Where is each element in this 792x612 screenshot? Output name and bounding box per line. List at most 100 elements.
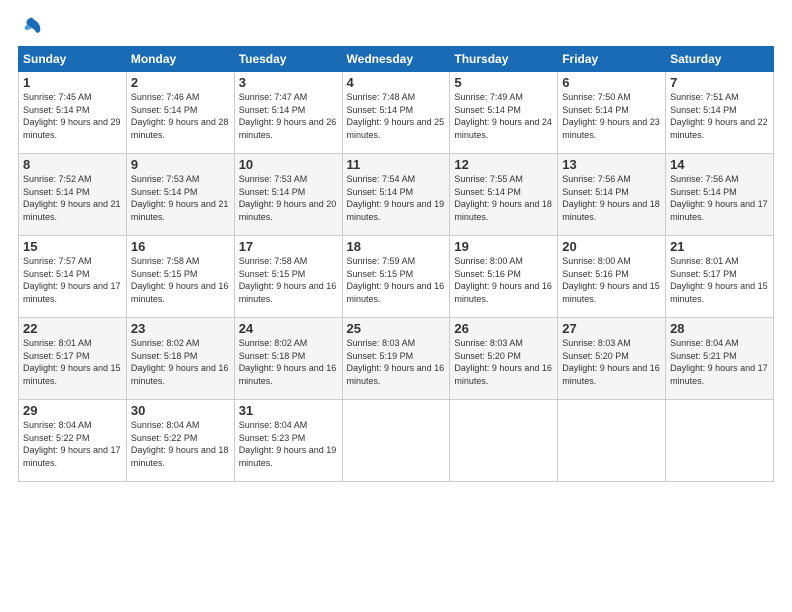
calendar-day-cell: 28 Sunrise: 8:04 AMSunset: 5:21 PMDaylig… xyxy=(666,318,774,400)
calendar-table: SundayMondayTuesdayWednesdayThursdayFrid… xyxy=(18,46,774,482)
day-number: 1 xyxy=(23,75,122,90)
day-info: Sunrise: 7:56 AMSunset: 5:14 PMDaylight:… xyxy=(562,174,660,222)
weekday-header-cell: Saturday xyxy=(666,47,774,72)
calendar-day-cell: 24 Sunrise: 8:02 AMSunset: 5:18 PMDaylig… xyxy=(234,318,342,400)
calendar-day-cell: 26 Sunrise: 8:03 AMSunset: 5:20 PMDaylig… xyxy=(450,318,558,400)
day-info: Sunrise: 8:00 AMSunset: 5:16 PMDaylight:… xyxy=(562,256,660,304)
day-number: 21 xyxy=(670,239,769,254)
calendar-day-cell: 29 Sunrise: 8:04 AMSunset: 5:22 PMDaylig… xyxy=(19,400,127,482)
day-info: Sunrise: 7:53 AMSunset: 5:14 PMDaylight:… xyxy=(239,174,337,222)
calendar-day-cell xyxy=(666,400,774,482)
day-info: Sunrise: 7:52 AMSunset: 5:14 PMDaylight:… xyxy=(23,174,121,222)
day-info: Sunrise: 8:04 AMSunset: 5:22 PMDaylight:… xyxy=(131,420,229,468)
day-number: 27 xyxy=(562,321,661,336)
logo xyxy=(18,16,44,36)
day-number: 22 xyxy=(23,321,122,336)
calendar-day-cell: 18 Sunrise: 7:59 AMSunset: 5:15 PMDaylig… xyxy=(342,236,450,318)
day-number: 16 xyxy=(131,239,230,254)
calendar-day-cell: 14 Sunrise: 7:56 AMSunset: 5:14 PMDaylig… xyxy=(666,154,774,236)
calendar-day-cell: 22 Sunrise: 8:01 AMSunset: 5:17 PMDaylig… xyxy=(19,318,127,400)
day-info: Sunrise: 7:58 AMSunset: 5:15 PMDaylight:… xyxy=(239,256,337,304)
calendar-week-row: 29 Sunrise: 8:04 AMSunset: 5:22 PMDaylig… xyxy=(19,400,774,482)
day-number: 7 xyxy=(670,75,769,90)
calendar-day-cell xyxy=(450,400,558,482)
day-number: 6 xyxy=(562,75,661,90)
day-info: Sunrise: 7:49 AMSunset: 5:14 PMDaylight:… xyxy=(454,92,552,140)
weekday-header-cell: Wednesday xyxy=(342,47,450,72)
weekday-header-row: SundayMondayTuesdayWednesdayThursdayFrid… xyxy=(19,47,774,72)
calendar-week-row: 22 Sunrise: 8:01 AMSunset: 5:17 PMDaylig… xyxy=(19,318,774,400)
calendar-day-cell: 5 Sunrise: 7:49 AMSunset: 5:14 PMDayligh… xyxy=(450,72,558,154)
day-info: Sunrise: 7:56 AMSunset: 5:14 PMDaylight:… xyxy=(670,174,768,222)
day-number: 31 xyxy=(239,403,338,418)
calendar-day-cell: 12 Sunrise: 7:55 AMSunset: 5:14 PMDaylig… xyxy=(450,154,558,236)
day-info: Sunrise: 7:46 AMSunset: 5:14 PMDaylight:… xyxy=(131,92,229,140)
day-number: 3 xyxy=(239,75,338,90)
calendar-day-cell: 11 Sunrise: 7:54 AMSunset: 5:14 PMDaylig… xyxy=(342,154,450,236)
day-number: 4 xyxy=(347,75,446,90)
day-info: Sunrise: 7:58 AMSunset: 5:15 PMDaylight:… xyxy=(131,256,229,304)
weekday-header-cell: Monday xyxy=(126,47,234,72)
day-number: 10 xyxy=(239,157,338,172)
calendar-week-row: 15 Sunrise: 7:57 AMSunset: 5:14 PMDaylig… xyxy=(19,236,774,318)
calendar-day-cell xyxy=(558,400,666,482)
day-info: Sunrise: 8:04 AMSunset: 5:21 PMDaylight:… xyxy=(670,338,768,386)
day-info: Sunrise: 7:53 AMSunset: 5:14 PMDaylight:… xyxy=(131,174,229,222)
day-number: 17 xyxy=(239,239,338,254)
day-info: Sunrise: 8:03 AMSunset: 5:20 PMDaylight:… xyxy=(562,338,660,386)
day-info: Sunrise: 8:02 AMSunset: 5:18 PMDaylight:… xyxy=(131,338,229,386)
calendar-day-cell: 17 Sunrise: 7:58 AMSunset: 5:15 PMDaylig… xyxy=(234,236,342,318)
weekday-header-cell: Friday xyxy=(558,47,666,72)
day-info: Sunrise: 8:04 AMSunset: 5:22 PMDaylight:… xyxy=(23,420,121,468)
day-number: 11 xyxy=(347,157,446,172)
day-info: Sunrise: 7:59 AMSunset: 5:15 PMDaylight:… xyxy=(347,256,445,304)
calendar-day-cell: 3 Sunrise: 7:47 AMSunset: 5:14 PMDayligh… xyxy=(234,72,342,154)
day-info: Sunrise: 7:47 AMSunset: 5:14 PMDaylight:… xyxy=(239,92,337,140)
calendar-day-cell: 10 Sunrise: 7:53 AMSunset: 5:14 PMDaylig… xyxy=(234,154,342,236)
calendar-day-cell: 27 Sunrise: 8:03 AMSunset: 5:20 PMDaylig… xyxy=(558,318,666,400)
calendar-day-cell: 1 Sunrise: 7:45 AMSunset: 5:14 PMDayligh… xyxy=(19,72,127,154)
calendar-day-cell: 13 Sunrise: 7:56 AMSunset: 5:14 PMDaylig… xyxy=(558,154,666,236)
day-number: 18 xyxy=(347,239,446,254)
day-number: 25 xyxy=(347,321,446,336)
day-info: Sunrise: 8:04 AMSunset: 5:23 PMDaylight:… xyxy=(239,420,337,468)
day-number: 9 xyxy=(131,157,230,172)
calendar-day-cell: 21 Sunrise: 8:01 AMSunset: 5:17 PMDaylig… xyxy=(666,236,774,318)
calendar-day-cell: 15 Sunrise: 7:57 AMSunset: 5:14 PMDaylig… xyxy=(19,236,127,318)
weekday-header-cell: Tuesday xyxy=(234,47,342,72)
day-info: Sunrise: 7:51 AMSunset: 5:14 PMDaylight:… xyxy=(670,92,768,140)
calendar-day-cell: 4 Sunrise: 7:48 AMSunset: 5:14 PMDayligh… xyxy=(342,72,450,154)
day-info: Sunrise: 7:50 AMSunset: 5:14 PMDaylight:… xyxy=(562,92,660,140)
calendar-day-cell: 9 Sunrise: 7:53 AMSunset: 5:14 PMDayligh… xyxy=(126,154,234,236)
day-number: 13 xyxy=(562,157,661,172)
calendar-day-cell: 16 Sunrise: 7:58 AMSunset: 5:15 PMDaylig… xyxy=(126,236,234,318)
weekday-header-cell: Sunday xyxy=(19,47,127,72)
calendar-day-cell xyxy=(342,400,450,482)
calendar-day-cell: 25 Sunrise: 8:03 AMSunset: 5:19 PMDaylig… xyxy=(342,318,450,400)
day-info: Sunrise: 7:57 AMSunset: 5:14 PMDaylight:… xyxy=(23,256,121,304)
calendar-day-cell: 6 Sunrise: 7:50 AMSunset: 5:14 PMDayligh… xyxy=(558,72,666,154)
day-info: Sunrise: 7:45 AMSunset: 5:14 PMDaylight:… xyxy=(23,92,121,140)
calendar-day-cell: 31 Sunrise: 8:04 AMSunset: 5:23 PMDaylig… xyxy=(234,400,342,482)
calendar-day-cell: 7 Sunrise: 7:51 AMSunset: 5:14 PMDayligh… xyxy=(666,72,774,154)
day-number: 5 xyxy=(454,75,553,90)
day-number: 30 xyxy=(131,403,230,418)
calendar-week-row: 8 Sunrise: 7:52 AMSunset: 5:14 PMDayligh… xyxy=(19,154,774,236)
day-number: 12 xyxy=(454,157,553,172)
weekday-header-cell: Thursday xyxy=(450,47,558,72)
logo-bird-icon xyxy=(22,16,42,36)
calendar-day-cell: 20 Sunrise: 8:00 AMSunset: 5:16 PMDaylig… xyxy=(558,236,666,318)
calendar-day-cell: 2 Sunrise: 7:46 AMSunset: 5:14 PMDayligh… xyxy=(126,72,234,154)
day-info: Sunrise: 8:03 AMSunset: 5:20 PMDaylight:… xyxy=(454,338,552,386)
calendar-week-row: 1 Sunrise: 7:45 AMSunset: 5:14 PMDayligh… xyxy=(19,72,774,154)
day-info: Sunrise: 8:01 AMSunset: 5:17 PMDaylight:… xyxy=(23,338,121,386)
day-info: Sunrise: 7:54 AMSunset: 5:14 PMDaylight:… xyxy=(347,174,445,222)
day-number: 8 xyxy=(23,157,122,172)
day-info: Sunrise: 8:02 AMSunset: 5:18 PMDaylight:… xyxy=(239,338,337,386)
day-info: Sunrise: 7:48 AMSunset: 5:14 PMDaylight:… xyxy=(347,92,445,140)
day-number: 15 xyxy=(23,239,122,254)
page: SundayMondayTuesdayWednesdayThursdayFrid… xyxy=(0,0,792,612)
calendar-day-cell: 30 Sunrise: 8:04 AMSunset: 5:22 PMDaylig… xyxy=(126,400,234,482)
day-number: 14 xyxy=(670,157,769,172)
calendar-day-cell: 8 Sunrise: 7:52 AMSunset: 5:14 PMDayligh… xyxy=(19,154,127,236)
